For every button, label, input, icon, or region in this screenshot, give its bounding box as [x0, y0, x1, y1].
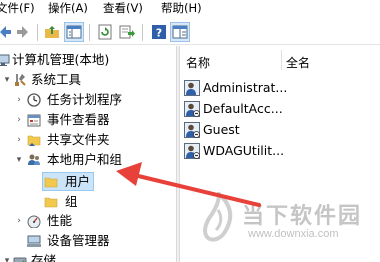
collapse-chevron-icon[interactable]: ▾	[2, 251, 12, 262]
column-divider[interactable]	[281, 50, 282, 70]
list-item[interactable]: WDAGUtilit...	[184, 141, 284, 161]
tree-item-local-users-groups-label: 本地用户和组	[47, 152, 123, 167]
toolbar-separator	[142, 24, 143, 41]
tree-item-groups-label: 组	[65, 194, 78, 209]
tree-item-storage[interactable]: ▾ 存储	[0, 251, 176, 262]
menu-action[interactable]: 操作(A)	[48, 1, 88, 15]
list-item[interactable]: Administrat...	[184, 78, 288, 98]
tree-item-shared-folders-label: 共享文件夹	[47, 132, 110, 147]
user-icon	[184, 80, 200, 96]
tree-item-system-tools[interactable]: ▾ 系统工具	[0, 70, 176, 90]
list-item[interactable]: Guest	[184, 120, 284, 140]
tree-item-shared-folders[interactable]: › 共享文件夹	[0, 130, 176, 150]
user-name: DefaultAcc...	[203, 101, 283, 116]
user-icon	[184, 122, 200, 138]
tree-root-label: 计算机管理(本地)	[12, 52, 110, 67]
tree-item-event-viewer[interactable]: › 事件查看器	[0, 110, 176, 130]
refresh-icon[interactable]	[97, 24, 113, 40]
user-name: Guest	[203, 122, 240, 137]
tree-item-users-label: 用户	[65, 174, 91, 189]
event-viewer-icon	[27, 114, 41, 127]
expand-chevron-icon[interactable]: ›	[14, 211, 24, 231]
storage-icon	[13, 257, 27, 262]
menu-view[interactable]: 查看(V)	[103, 1, 143, 15]
user-name: Administrat...	[203, 80, 288, 95]
tree-item-task-scheduler-label: 任务计划程序	[47, 92, 123, 107]
back-icon[interactable]	[0, 24, 12, 40]
console-tree: 计算机管理(本地) ▾ 系统工具 › 任务计划程序 › 事件查看器 › 共享文件…	[0, 46, 176, 262]
collapse-chevron-icon[interactable]: ▾	[2, 70, 12, 90]
collapse-chevron-icon[interactable]: ▾	[14, 150, 24, 170]
shared-folder-icon	[27, 135, 41, 146]
clock-icon	[27, 93, 41, 107]
tree-item-groups[interactable]: 组	[42, 192, 102, 212]
tree-item-system-tools-label: 系统工具	[31, 72, 82, 87]
user-icon	[184, 101, 200, 117]
folder-icon	[44, 197, 58, 208]
up-folder-icon[interactable]	[44, 24, 60, 40]
menu-help[interactable]: 帮助(H)	[161, 1, 202, 15]
tree-item-device-manager-label: 设备管理器	[47, 233, 110, 248]
performance-icon	[27, 215, 41, 228]
computer-management-icon	[0, 54, 10, 66]
tree-item-local-users-groups[interactable]: ▾ 本地用户和组	[0, 150, 176, 170]
column-header-name[interactable]: 名称	[186, 54, 210, 71]
device-manager-icon	[27, 235, 41, 247]
menu-file[interactable]: 文件(F)	[0, 1, 35, 15]
expand-chevron-icon[interactable]: ›	[14, 90, 24, 110]
properties-icon[interactable]	[170, 22, 190, 42]
folder-icon	[44, 177, 58, 188]
tree-item-device-manager[interactable]: 设备管理器	[0, 231, 176, 251]
expand-chevron-icon[interactable]: ›	[14, 130, 24, 150]
tree-item-task-scheduler[interactable]: › 任务计划程序	[0, 90, 176, 110]
toolbar-separator	[37, 24, 38, 41]
users-group-icon	[28, 154, 40, 165]
expand-chevron-icon[interactable]: ›	[14, 110, 24, 130]
menu-bar: 文件(F) 操作(A) 查看(V) 帮助(H)	[0, 0, 380, 16]
user-name: WDAGUtilit...	[203, 143, 285, 158]
toolbar: ?	[0, 17, 380, 45]
tree-root[interactable]: 计算机管理(本地)	[0, 50, 176, 70]
user-icon	[184, 143, 200, 159]
tree-item-users[interactable]: 用户	[42, 172, 94, 191]
tree-item-event-viewer-label: 事件查看器	[47, 112, 110, 127]
help-icon[interactable]: ?	[151, 24, 167, 40]
tools-icon	[15, 74, 26, 86]
tree-item-performance-label: 性能	[47, 213, 73, 228]
svg-text:?: ?	[156, 27, 162, 40]
show-tree-icon[interactable]	[64, 22, 84, 42]
tree-item-storage-label: 存储	[31, 253, 57, 262]
forward-icon[interactable]	[16, 24, 32, 40]
tree-item-performance[interactable]: › 性能	[0, 211, 176, 231]
column-header-fullname[interactable]: 全名	[286, 54, 310, 71]
toolbar-separator	[89, 24, 90, 41]
export-list-icon[interactable]	[119, 24, 135, 40]
list-item[interactable]: DefaultAcc...	[184, 99, 284, 119]
user-list: 名称 全名 Administrat... DefaultAcc... Guest	[180, 46, 380, 262]
